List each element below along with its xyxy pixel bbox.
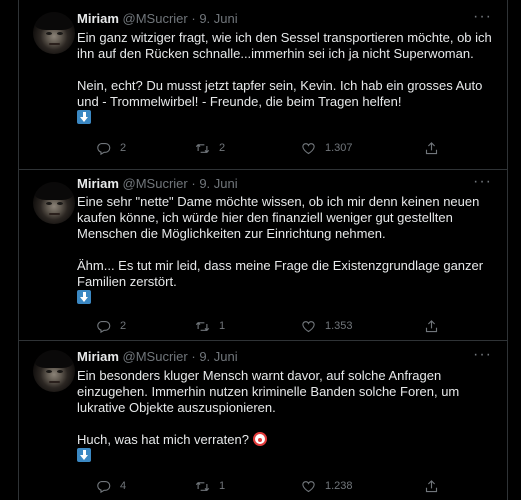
retweet-icon	[195, 321, 210, 331]
author-handle[interactable]: @MSucrier	[123, 176, 188, 191]
like-button[interactable]: 1.307	[301, 139, 353, 157]
tweet-paragraph: Ähm... Es tut mir leid, dass meine Frage…	[77, 258, 484, 289]
like-button[interactable]: 1.353	[301, 317, 353, 335]
timeline: Miriam @MSucrier · 9. Juni ··· Ein ganz …	[18, 0, 508, 500]
like-count: 1.353	[325, 320, 353, 332]
reply-count: 2	[120, 320, 127, 332]
reply-button[interactable]: 2	[96, 317, 126, 335]
retweet-button[interactable]: 2	[195, 139, 225, 157]
tweet-paragraph: Nein, echt? Du musst jetzt tapfer sein, …	[77, 78, 483, 109]
tweet-date[interactable]: 9. Juni	[199, 349, 237, 364]
tweet-text: Eine sehr "nette" Dame möchte wissen, ob…	[77, 194, 502, 306]
more-options-button[interactable]: ···	[473, 9, 491, 30]
retweet-count: 1	[219, 320, 226, 332]
tweet-date[interactable]: 9. Juni	[199, 176, 237, 191]
author-name[interactable]: Miriam	[77, 349, 119, 364]
like-count: 1.307	[325, 142, 353, 154]
more-horizontal-icon: ···	[473, 8, 492, 25]
retweet-count: 2	[219, 142, 226, 154]
author-name[interactable]: Miriam	[77, 11, 119, 26]
reply-button[interactable]: 4	[96, 477, 126, 495]
tweet-header: Miriam @MSucrier · 9. Juni	[77, 175, 238, 193]
more-horizontal-icon: ···	[473, 173, 492, 190]
tweet-actions: 4 1 1.238	[77, 477, 447, 495]
like-count: 1.238	[325, 480, 353, 492]
share-icon	[425, 319, 438, 332]
share-button[interactable]	[424, 139, 439, 157]
tweet[interactable]: Miriam @MSucrier · 9. Juni ··· Eine sehr…	[19, 170, 507, 341]
down-arrow-emoji	[77, 290, 91, 304]
avatar[interactable]	[33, 350, 75, 392]
author-handle[interactable]: @MSucrier	[123, 349, 188, 364]
share-icon	[425, 141, 438, 154]
retweet-icon	[195, 481, 210, 491]
reply-icon	[97, 320, 111, 333]
reply-count: 4	[120, 480, 127, 492]
tweet-date[interactable]: 9. Juni	[199, 11, 237, 26]
tweet[interactable]: Miriam @MSucrier · 9. Juni ··· Ein ganz …	[19, 0, 507, 170]
tweet-header: Miriam @MSucrier · 9. Juni	[77, 10, 238, 28]
separator: ·	[191, 176, 196, 191]
tweet-text: Ein besonders kluger Mensch warnt davor,…	[77, 368, 502, 464]
heart-icon	[302, 480, 315, 492]
tweet-paragraph: Ein besonders kluger Mensch warnt davor,…	[77, 368, 460, 415]
retweet-icon	[195, 143, 210, 153]
separator: ·	[191, 349, 196, 364]
down-arrow-emoji	[77, 448, 91, 462]
heart-icon	[302, 320, 315, 332]
clown-face-emoji	[252, 432, 267, 446]
tweet-text: Ein ganz witziger fragt, wie ich den Ses…	[77, 30, 502, 126]
share-button[interactable]	[424, 477, 439, 495]
share-button[interactable]	[424, 317, 439, 335]
heart-icon	[302, 142, 315, 154]
more-options-button[interactable]: ···	[473, 347, 491, 368]
tweet-paragraph: Ein ganz witziger fragt, wie ich den Ses…	[77, 30, 492, 61]
separator: ·	[191, 11, 196, 26]
down-arrow-emoji	[77, 110, 91, 124]
like-button[interactable]: 1.238	[301, 477, 353, 495]
tweet-actions: 2 1 1.353	[77, 317, 447, 335]
tweet-paragraph: Eine sehr "nette" Dame möchte wissen, ob…	[77, 194, 480, 241]
reply-button[interactable]: 2	[96, 139, 126, 157]
avatar[interactable]	[33, 182, 75, 224]
retweet-count: 1	[219, 480, 226, 492]
tweet-paragraph: Huch, was hat mich verraten?	[77, 432, 249, 447]
more-horizontal-icon: ···	[473, 346, 492, 363]
more-options-button[interactable]: ···	[473, 174, 491, 195]
tweet-header: Miriam @MSucrier · 9. Juni	[77, 348, 238, 366]
tweet-actions: 2 2 1.307	[77, 139, 447, 157]
share-icon	[425, 479, 438, 492]
reply-icon	[97, 142, 111, 155]
retweet-button[interactable]: 1	[195, 317, 225, 335]
reply-count: 2	[120, 142, 127, 154]
reply-icon	[97, 480, 111, 493]
avatar[interactable]	[33, 12, 75, 54]
tweet[interactable]: Miriam @MSucrier · 9. Juni ··· Ein beson…	[19, 341, 507, 500]
author-name[interactable]: Miriam	[77, 176, 119, 191]
retweet-button[interactable]: 1	[195, 477, 225, 495]
author-handle[interactable]: @MSucrier	[123, 11, 188, 26]
